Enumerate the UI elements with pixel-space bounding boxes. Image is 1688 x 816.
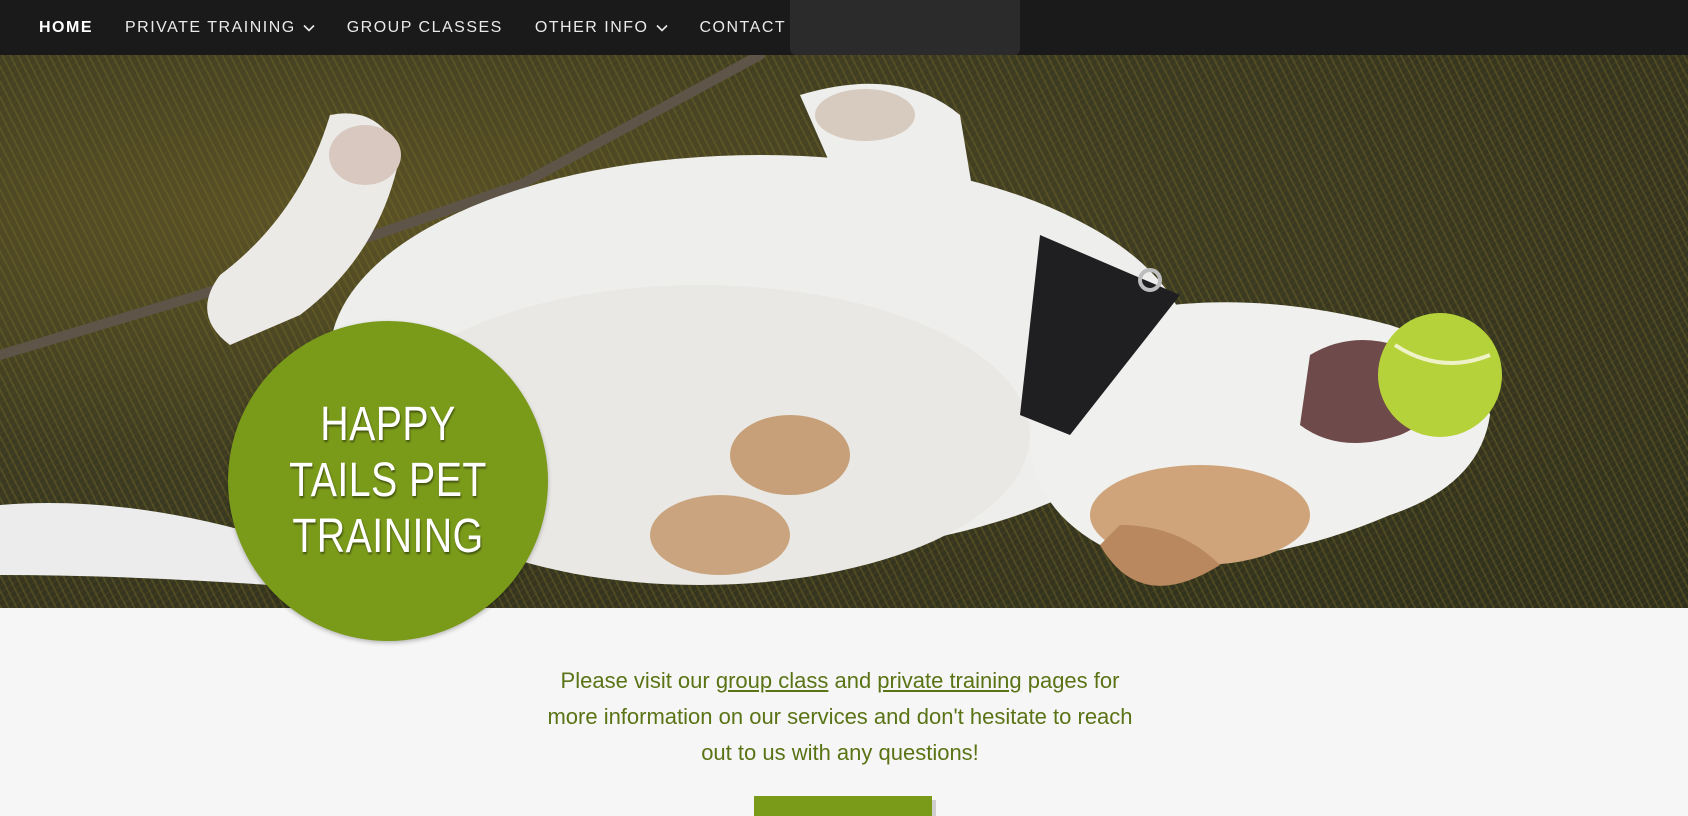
nav-item-contact[interactable]: CONTACT <box>700 19 787 37</box>
brand-badge: HAPPY TAILS PET TRAINING <box>228 321 548 641</box>
nav-item-private-training[interactable]: PRIVATE TRAINING <box>125 19 315 37</box>
nav-item-home[interactable]: HOME <box>39 19 93 37</box>
group-class-link[interactable]: group class <box>716 668 829 693</box>
intro-text: and <box>828 668 878 693</box>
nav-decoration <box>790 0 1020 55</box>
cta-button[interactable] <box>754 796 932 816</box>
chevron-down-icon <box>303 24 315 32</box>
nav-item-label: GROUP CLASSES <box>346 18 503 36</box>
top-navigation: HOME PRIVATE TRAINING GROUP CLASSES OTHE… <box>0 0 1688 55</box>
intro-text: Please visit our <box>560 668 716 693</box>
nav-item-label: HOME <box>39 18 93 36</box>
site-title: HAPPY TAILS PET TRAINING <box>289 398 487 563</box>
intro-paragraph: Please visit our group class and private… <box>540 663 1140 771</box>
nav-item-other-info[interactable]: OTHER INFO <box>535 19 668 37</box>
private-training-link[interactable]: private training <box>877 668 1021 693</box>
nav-item-label: OTHER INFO <box>534 18 649 36</box>
chevron-down-icon <box>655 24 668 32</box>
nav-item-label: PRIVATE TRAINING <box>125 18 296 36</box>
nav-item-label: CONTACT <box>699 18 787 36</box>
nav-menu: HOME PRIVATE TRAINING GROUP CLASSES OTHE… <box>39 0 818 55</box>
nav-item-group-classes[interactable]: GROUP CLASSES <box>347 19 503 37</box>
